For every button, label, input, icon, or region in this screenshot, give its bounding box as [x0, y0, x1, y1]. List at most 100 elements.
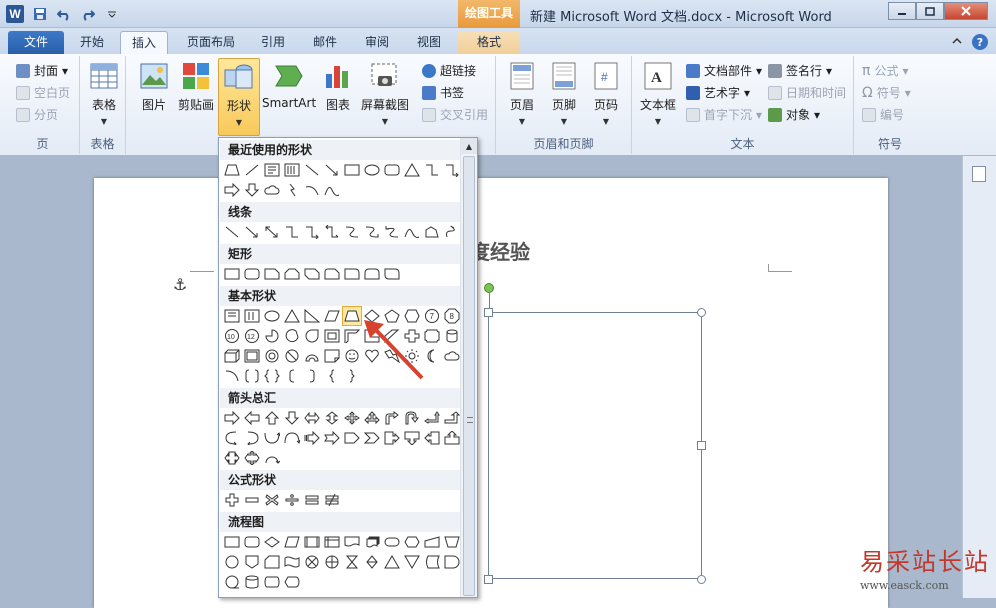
- symbol-button[interactable]: Ω 符号 ▾: [862, 84, 911, 101]
- tab-home[interactable]: 开始: [68, 31, 116, 54]
- curved-arrow-connector-icon[interactable]: [362, 222, 382, 242]
- flow-multidocument-icon[interactable]: [362, 532, 382, 552]
- down-arrow-callout-icon[interactable]: [402, 428, 422, 448]
- datetime-button[interactable]: 日期和时间: [768, 84, 846, 101]
- chord-icon[interactable]: [282, 326, 302, 346]
- minimize-button[interactable]: [888, 2, 916, 20]
- header-button[interactable]: 页眉 ▼: [502, 60, 542, 126]
- up-arrow-callout-icon[interactable]: [442, 428, 462, 448]
- minus-icon[interactable]: [242, 490, 262, 510]
- double-arrow-line-icon[interactable]: [262, 222, 282, 242]
- shape-textbox-icon[interactable]: [262, 160, 282, 180]
- snip-one-corner-icon[interactable]: [262, 264, 282, 284]
- curved-connector-icon[interactable]: [342, 222, 362, 242]
- flow-delay-icon[interactable]: [442, 552, 462, 572]
- flow-sequential-storage-icon[interactable]: [222, 572, 242, 592]
- half-frame-icon[interactable]: [342, 326, 362, 346]
- divide-icon[interactable]: [282, 490, 302, 510]
- bent-up-arrow-icon[interactable]: [442, 408, 462, 428]
- shape-vtextbox-icon[interactable]: [282, 160, 302, 180]
- elbow-connector-icon[interactable]: [282, 222, 302, 242]
- save-icon[interactable]: [32, 6, 48, 22]
- round-same-side-icon[interactable]: [362, 264, 382, 284]
- flow-magnetic-disk-icon[interactable]: [242, 572, 262, 592]
- shape-elbow-arrow-icon[interactable]: [442, 160, 462, 180]
- flow-display-icon[interactable]: [282, 572, 302, 592]
- curve-icon[interactable]: [402, 222, 422, 242]
- shape-oval-icon[interactable]: [362, 160, 382, 180]
- table-button[interactable]: 表格 ▼: [84, 60, 124, 126]
- resize-handle-tr[interactable]: [697, 308, 706, 317]
- circular-arrow-icon[interactable]: [262, 448, 282, 468]
- flow-merge-icon[interactable]: [402, 552, 422, 572]
- wordart-button[interactable]: 艺术字 ▾: [686, 84, 750, 101]
- round-rect-icon[interactable]: [242, 264, 262, 284]
- word-logo-icon[interactable]: W: [6, 5, 24, 23]
- rect-icon[interactable]: [222, 264, 242, 284]
- flow-terminator-icon[interactable]: [382, 532, 402, 552]
- decagon-icon[interactable]: 10: [222, 326, 242, 346]
- curved-double-arrow-icon[interactable]: [382, 222, 402, 242]
- footer-button[interactable]: 页脚 ▼: [544, 60, 584, 126]
- flow-data-icon[interactable]: [282, 532, 302, 552]
- blank-page-button[interactable]: 空白页: [16, 84, 70, 101]
- notched-right-arrow-icon[interactable]: [322, 428, 342, 448]
- quad-arrow-callout-icon[interactable]: [242, 448, 262, 468]
- curved-right-arrow-icon[interactable]: [222, 428, 242, 448]
- selected-rectangle-shape[interactable]: [488, 312, 702, 579]
- chevron-arrow-icon[interactable]: [362, 428, 382, 448]
- flow-manual-input-icon[interactable]: [422, 532, 442, 552]
- up-block-arrow-icon[interactable]: [262, 408, 282, 428]
- shape-line-diag-icon[interactable]: [242, 160, 262, 180]
- help-icon[interactable]: ?: [972, 34, 988, 50]
- resize-handle-right[interactable]: [697, 441, 706, 450]
- flow-predefined-process-icon[interactable]: [302, 532, 322, 552]
- left-right-arrow-icon[interactable]: [302, 408, 322, 428]
- textbox-shape-icon[interactable]: [222, 306, 242, 326]
- flow-stored-data-icon[interactable]: [422, 552, 442, 572]
- oval-icon[interactable]: [262, 306, 282, 326]
- tab-view[interactable]: 视图: [406, 31, 452, 54]
- right-triangle-icon[interactable]: [302, 306, 322, 326]
- tab-insert[interactable]: 插入: [120, 31, 168, 54]
- teardrop-icon[interactable]: [302, 326, 322, 346]
- resize-handle-br[interactable]: [697, 575, 706, 584]
- shapes-button[interactable]: 形状 ▼: [218, 58, 260, 136]
- double-brace-icon[interactable]: [262, 366, 282, 386]
- page-number-button[interactable]: # 页码 ▼: [586, 60, 626, 126]
- flow-summing-junction-icon[interactable]: [302, 552, 322, 572]
- close-button[interactable]: [944, 2, 988, 20]
- flow-direct-access-icon[interactable]: [262, 572, 282, 592]
- no-symbol-icon[interactable]: [282, 346, 302, 366]
- bevel-icon[interactable]: [242, 346, 262, 366]
- elbow-double-arrow-icon[interactable]: [322, 222, 342, 242]
- smartart-button[interactable]: SmartArt: [262, 60, 316, 110]
- hyperlink-button[interactable]: 超链接: [422, 62, 476, 79]
- gallery-scroll-up-icon[interactable]: ▲: [461, 138, 477, 154]
- curved-left-arrow-icon[interactable]: [242, 428, 262, 448]
- equation-button[interactable]: π 公式 ▾: [862, 62, 908, 79]
- vertical-textbox-icon[interactable]: [242, 306, 262, 326]
- gallery-scrollbar[interactable]: ▲: [460, 138, 477, 597]
- plus-icon[interactable]: [222, 490, 242, 510]
- flow-internal-storage-icon[interactable]: [322, 532, 342, 552]
- collapse-ribbon-icon[interactable]: [950, 34, 964, 48]
- textbox-button[interactable]: A 文本框 ▼: [636, 60, 680, 126]
- shape-right-arrow-icon[interactable]: [222, 180, 242, 200]
- isosceles-triangle-icon[interactable]: [282, 306, 302, 326]
- trapezoid-shape-icon[interactable]: [342, 306, 362, 326]
- arrow-line-icon[interactable]: [242, 222, 262, 242]
- picture-button[interactable]: 图片: [134, 60, 174, 113]
- block-arc-icon[interactable]: [302, 346, 322, 366]
- resize-handle-tl[interactable]: [484, 308, 493, 317]
- dodecagon-icon[interactable]: 12: [242, 326, 262, 346]
- shape-line-icon[interactable]: [302, 160, 322, 180]
- pie-icon[interactable]: [262, 326, 282, 346]
- scribble-icon[interactable]: [442, 222, 462, 242]
- round-diagonal-icon[interactable]: [382, 264, 402, 284]
- cube-icon[interactable]: [222, 346, 242, 366]
- gallery-scroll-thumb[interactable]: [463, 156, 475, 596]
- can-icon[interactable]: [442, 326, 462, 346]
- customize-qat-icon[interactable]: [104, 6, 120, 22]
- flow-sort-icon[interactable]: [362, 552, 382, 572]
